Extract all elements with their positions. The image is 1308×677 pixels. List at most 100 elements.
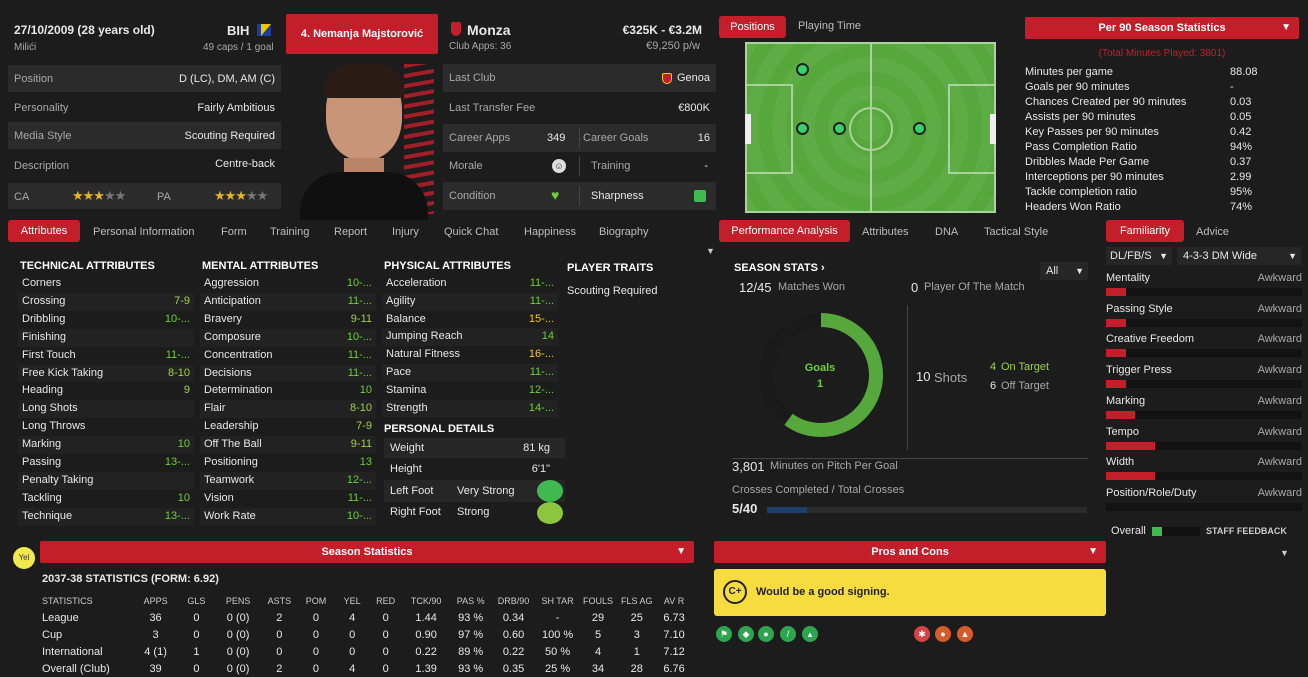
familiarity-row[interactable]: Marking Awkward [1106, 395, 1302, 423]
con-flask-icon[interactable]: ▲ [957, 626, 973, 642]
tab-training[interactable]: Training [270, 222, 309, 242]
table-header[interactable]: FLS AG [617, 592, 656, 609]
tab-positions[interactable]: Positions [719, 16, 786, 38]
chevron-down-icon[interactable]: ▼ [1280, 548, 1289, 558]
tab-performance-analysis[interactable]: Performance Analysis [719, 220, 850, 242]
condition-heart-icon[interactable]: ♥ [551, 187, 559, 203]
attribute-label: Aggression [204, 277, 260, 289]
pro-head-icon[interactable]: ● [758, 626, 774, 642]
crosses-value: 5/40 [732, 501, 758, 516]
staff-feedback-link[interactable]: STAFF FEEDBACK [1206, 526, 1287, 536]
position-dropdown[interactable]: DL/FB/S ▼ [1106, 247, 1172, 265]
tab-injury[interactable]: Injury [392, 222, 419, 242]
familiarity-fill [1106, 349, 1126, 358]
per90-dropdown[interactable]: Per 90 Season Statistics ▼ [1025, 17, 1299, 39]
season-filter-dropdown[interactable]: All ▼ [1040, 262, 1088, 280]
tab-quick-chat[interactable]: Quick Chat [444, 222, 498, 242]
tab-familiarity[interactable]: Familiarity [1106, 220, 1184, 242]
table-cell: 7.12 [663, 645, 685, 658]
chevron-down-icon: ▼ [1281, 22, 1291, 33]
table-header[interactable]: APPS [133, 592, 178, 609]
table-header[interactable]: PAS % [451, 592, 491, 609]
con-chat-icon[interactable]: ● [935, 626, 951, 642]
transfer-fee-label: Last Transfer Fee [449, 102, 536, 114]
morale-face-icon[interactable]: ☺ [552, 159, 566, 173]
position-dot[interactable] [833, 122, 846, 135]
tab-playing-time[interactable]: Playing Time [798, 20, 861, 32]
familiarity-row[interactable]: Width Awkward [1106, 456, 1302, 484]
tab-biography[interactable]: Biography [599, 222, 649, 242]
table-header[interactable]: FOULS [579, 592, 618, 609]
pro-tag-icon[interactable]: ◆ [738, 626, 754, 642]
tab-tactical-style[interactable]: Tactical Style [984, 222, 1048, 242]
tab-happiness[interactable]: Happiness [524, 222, 576, 242]
attribute-label: Flair [204, 402, 226, 415]
table-header[interactable]: ASTS [261, 592, 297, 609]
per90-value: 74% [1230, 201, 1253, 213]
table-cell: 36 [149, 611, 162, 624]
pros-cons-dropdown[interactable]: Pros and Cons ▼ [714, 541, 1106, 563]
chevron-down-icon[interactable]: ▼ [706, 246, 715, 256]
table-header[interactable]: RED [370, 592, 402, 609]
table-header[interactable]: POM [297, 592, 334, 609]
overall-bar [1152, 527, 1200, 536]
club-name[interactable]: Monza [467, 22, 511, 38]
tab-personal-information[interactable]: Personal Information [93, 222, 195, 242]
table-header[interactable]: PENS [215, 592, 261, 609]
season-stats-title[interactable]: SEASON STATS › [734, 262, 825, 274]
familiarity-row[interactable]: Tempo Awkward [1106, 426, 1302, 454]
attribute-label: Concentration [204, 348, 273, 361]
table-header[interactable]: AV R [656, 592, 692, 609]
table-cell: 4 [349, 611, 356, 624]
tab-advice[interactable]: Advice [1196, 222, 1229, 242]
table-cell: International [42, 645, 103, 658]
attribute-label: Tackling [22, 491, 62, 504]
familiarity-value: Awkward [1257, 272, 1302, 284]
familiarity-row[interactable]: Trigger Press Awkward [1106, 364, 1302, 392]
media-style-label: Media Style [14, 130, 72, 142]
formation-dropdown[interactable]: 4-3-3 DM Wide ▼ [1177, 247, 1301, 265]
last-club-value[interactable]: Genoa [677, 72, 710, 84]
pro-boot-icon[interactable]: ▴ [802, 626, 818, 642]
per90-row: Tackle completion ratio 95% [1025, 186, 1271, 198]
con-alert-icon[interactable]: ✱ [914, 626, 930, 642]
tab-perf-attributes[interactable]: Attributes [862, 222, 908, 242]
attribute-label: Natural Fitness [386, 348, 460, 361]
table-header[interactable]: GLS [178, 592, 215, 609]
familiarity-row[interactable]: Mentality Awkward [1106, 272, 1302, 300]
nation[interactable]: BIH [227, 23, 249, 38]
tab-form[interactable]: Form [221, 222, 247, 242]
table-header[interactable]: DRB/90 [491, 592, 537, 609]
attribute-label: Determination [204, 384, 273, 397]
per90-label: Headers Won Ratio [1025, 201, 1121, 213]
tab-attributes[interactable]: Attributes [8, 220, 80, 242]
table-cell: 93 % [458, 662, 484, 675]
attribute-value: 11-... [529, 277, 554, 289]
table-header[interactable]: YEL [335, 592, 370, 609]
sharpness-icon[interactable] [694, 190, 706, 202]
table-header[interactable]: SH TAR [536, 592, 578, 609]
media-style-value: Scouting Required [184, 130, 275, 142]
position-dot[interactable] [796, 122, 809, 135]
season-statistics-dropdown[interactable]: Season Statistics ▼ [40, 541, 694, 563]
attribute-label: Decisions [204, 366, 252, 379]
position-dot[interactable] [796, 63, 809, 76]
table-header[interactable]: STATISTICS [42, 592, 133, 609]
familiarity-row[interactable]: Position/Role/Duty Awkward [1106, 487, 1302, 515]
attribute-value: 11-... [529, 294, 554, 307]
familiarity-row[interactable]: Creative Freedom Awkward [1106, 333, 1302, 361]
table-cell: 3 [152, 628, 159, 641]
table-cell: - [555, 611, 560, 624]
player-name-button[interactable]: 4. Nemanja Majstorović [286, 14, 438, 54]
attribute-label: Work Rate [204, 509, 256, 522]
attribute-value: 11-... [529, 366, 554, 378]
table-header[interactable]: TCK/90 [402, 592, 451, 609]
familiarity-row[interactable]: Passing Style Awkward [1106, 303, 1302, 331]
tab-dna[interactable]: DNA [935, 222, 958, 242]
attribute-label: Stamina [386, 383, 427, 396]
tab-report[interactable]: Report [334, 222, 367, 242]
pro-wrench-icon[interactable]: / [780, 626, 796, 642]
position-dot[interactable] [913, 122, 926, 135]
pro-flag-icon[interactable]: ⚑ [716, 626, 732, 642]
per90-value: 2.99 [1230, 171, 1252, 183]
